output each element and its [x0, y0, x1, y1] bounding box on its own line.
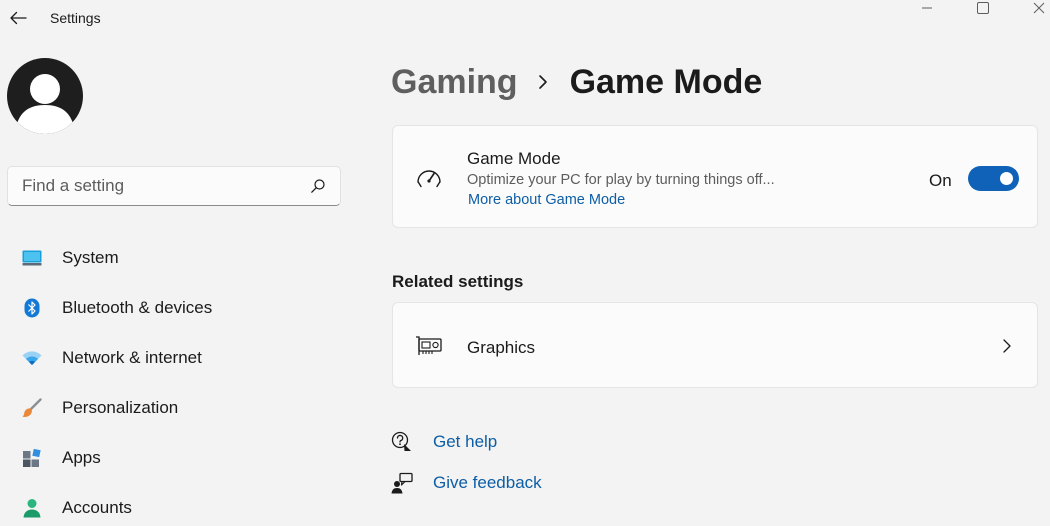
chevron-right-icon: [999, 337, 1015, 355]
feedback-icon: [390, 471, 414, 495]
maximize-icon: [977, 2, 989, 14]
sidebar-item-label: Bluetooth & devices: [62, 298, 213, 317]
graphics-settings-row[interactable]: Graphics: [392, 302, 1038, 388]
sidebar-item-network[interactable]: Network & internet: [0, 333, 350, 383]
breadcrumb: Gaming Game Mode: [391, 60, 762, 104]
breadcrumb-parent-link[interactable]: Gaming: [391, 63, 518, 102]
sidebar-nav: System Bluetooth & devices Network & int…: [0, 233, 350, 526]
user-silhouette-icon: [15, 74, 75, 134]
apps-icon: [22, 448, 42, 468]
accounts-icon: [22, 498, 42, 518]
graphics-label: Graphics: [467, 338, 536, 357]
search-input[interactable]: [22, 176, 308, 196]
get-help-label: Get help: [433, 432, 498, 451]
sidebar-item-bluetooth[interactable]: Bluetooth & devices: [0, 283, 350, 333]
page-title: Game Mode: [569, 62, 763, 101]
bluetooth-icon: [22, 298, 42, 318]
sidebar-item-personalization[interactable]: Personalization: [0, 383, 350, 433]
app-title: Settings: [50, 10, 101, 26]
related-settings-heading: Related settings: [392, 272, 524, 291]
game-mode-toggle[interactable]: [968, 166, 1019, 191]
get-help-link[interactable]: Get help: [390, 430, 497, 454]
sidebar-item-label: Personalization: [62, 398, 179, 417]
sidebar-item-label: System: [62, 248, 119, 267]
give-feedback-link[interactable]: Give feedback: [390, 471, 542, 495]
game-mode-title: Game Mode: [467, 149, 561, 168]
avatar[interactable]: [7, 58, 83, 134]
toggle-knob: [1000, 172, 1013, 185]
sidebar-item-system[interactable]: System: [0, 233, 350, 283]
sidebar-item-apps[interactable]: Apps: [0, 433, 350, 483]
game-mode-description: Optimize your PC for play by turning thi…: [467, 172, 775, 188]
give-feedback-label: Give feedback: [433, 473, 542, 492]
sidebar-item-label: Network & internet: [62, 348, 202, 367]
title-bar: Settings: [0, 0, 1050, 40]
back-button[interactable]: [6, 6, 30, 30]
toggle-state-label: On: [929, 171, 952, 190]
minimize-button[interactable]: [904, 0, 950, 16]
close-icon: [1033, 2, 1045, 14]
wifi-icon: [22, 348, 42, 368]
back-arrow-icon: [10, 11, 27, 25]
sidebar-item-accounts[interactable]: Accounts: [0, 483, 350, 526]
minimize-icon: [922, 7, 932, 9]
system-icon: [22, 248, 42, 268]
search-icon[interactable]: [308, 176, 328, 196]
sidebar-item-label: Accounts: [62, 498, 132, 517]
game-mode-card: Game Mode Optimize your PC for play by t…: [392, 125, 1038, 228]
more-about-game-mode-link[interactable]: More about Game Mode: [468, 192, 625, 208]
close-button[interactable]: [1016, 0, 1050, 16]
graphics-card-icon: [415, 335, 443, 357]
sidebar-item-label: Apps: [62, 448, 101, 467]
chevron-right-icon: [538, 74, 548, 90]
search-box[interactable]: [7, 166, 341, 206]
gauge-icon: [415, 165, 443, 189]
maximize-button[interactable]: [960, 0, 1006, 16]
help-icon: [390, 430, 414, 454]
brush-icon: [22, 398, 42, 418]
